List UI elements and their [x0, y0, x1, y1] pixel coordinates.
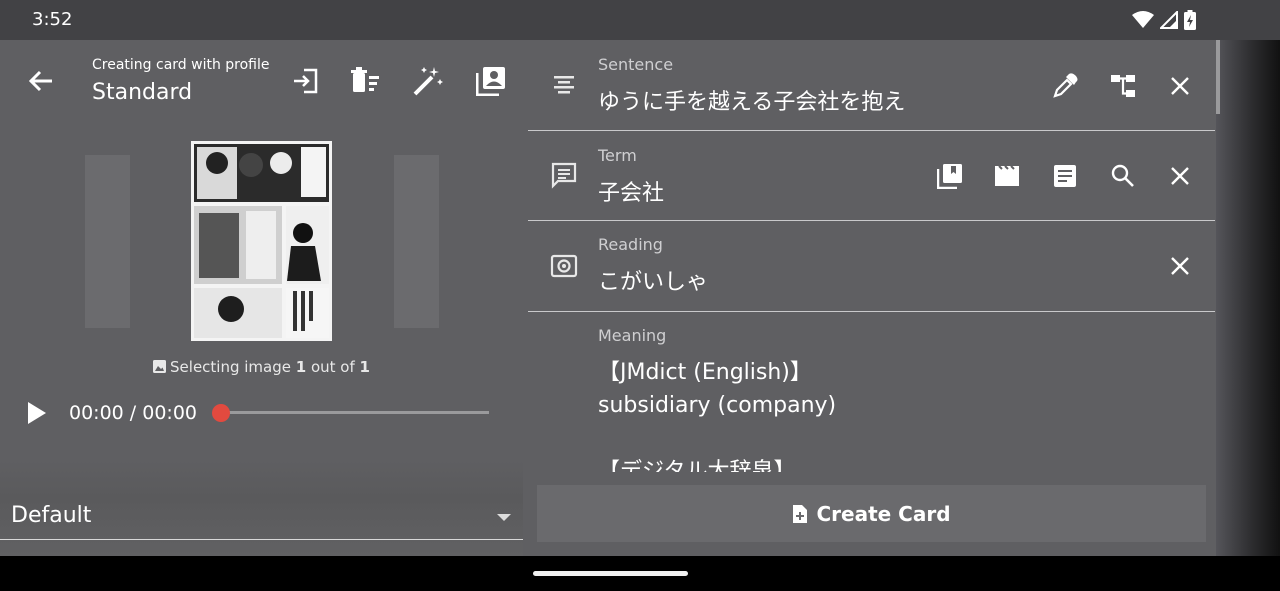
audio-seek-track[interactable]	[222, 411, 489, 414]
reading-label: Reading	[598, 235, 663, 254]
header-subtitle: Creating card with profile	[92, 57, 270, 73]
reading-field: Reading こがいしゃ	[528, 221, 1215, 312]
arrow-back-icon	[28, 70, 52, 92]
import-button[interactable]	[288, 64, 322, 98]
status-clock: 3:52	[32, 9, 73, 30]
sentence-field: Sentence ゆうに手を越える子会社を抱え	[528, 40, 1215, 131]
previous-image-slot[interactable]	[85, 155, 130, 328]
reading-value[interactable]: こがいしゃ	[598, 264, 708, 296]
card-browser-button[interactable]	[474, 64, 508, 98]
clear-fields-button[interactable]	[348, 64, 382, 98]
account-tree-icon	[1111, 75, 1135, 97]
audio-time: 00:00 / 00:00	[69, 402, 197, 424]
library-books-icon	[937, 164, 962, 189]
movie-icon	[995, 165, 1019, 186]
photo-library-icon	[476, 67, 505, 96]
image-selection-caption: Selecting image 1 out of 1	[0, 358, 523, 376]
term-notes-button[interactable]	[1050, 161, 1080, 191]
audio-seek-handle[interactable]	[212, 404, 230, 422]
gesture-handle[interactable]	[533, 571, 688, 576]
meaning-value[interactable]: 【JMdict (English)】 subsidiary (company) …	[598, 356, 836, 472]
speaker-icon	[550, 252, 578, 280]
back-button[interactable]	[26, 66, 56, 96]
term-value[interactable]: 子会社	[598, 175, 664, 207]
card-creator-screen: Creating card with profile Standard Sele…	[0, 40, 1280, 556]
profile-name: Standard	[92, 80, 193, 105]
term-field: Term 子会社	[528, 131, 1215, 221]
profile-dropdown-value: Default	[11, 503, 92, 528]
term-search-button[interactable]	[1108, 161, 1138, 191]
sentence-picker-button[interactable]	[1050, 71, 1080, 101]
sentence-segment-button[interactable]	[1108, 71, 1138, 101]
dropdown-arrow-icon	[497, 514, 511, 521]
signal-icon	[1160, 11, 1178, 29]
meaning-label: Meaning	[598, 326, 667, 345]
close-icon	[1171, 77, 1189, 95]
term-clear-button[interactable]	[1165, 161, 1195, 191]
format-align-center-icon	[550, 71, 578, 99]
scrollbar-thumb[interactable]	[1216, 40, 1220, 114]
term-dictionary-button[interactable]	[935, 161, 965, 191]
next-image-slot[interactable]	[394, 155, 439, 328]
meaning-field: Meaning 【JMdict (English)】 subsidiary (c…	[528, 312, 1215, 472]
create-card-button[interactable]: Create Card	[537, 485, 1206, 542]
sentence-label: Sentence	[598, 55, 674, 74]
wifi-icon	[1132, 11, 1154, 29]
auto-fill-button[interactable]	[411, 64, 445, 98]
battery-charging-icon	[1184, 10, 1196, 30]
term-label: Term	[598, 146, 637, 165]
create-card-label: Create Card	[816, 501, 951, 526]
sentence-value[interactable]: ゆうに手を越える子会社を抱え	[598, 84, 905, 116]
edge-shadow	[1216, 40, 1280, 556]
article-icon	[1054, 165, 1076, 187]
profile-dropdown[interactable]: Default	[0, 498, 523, 540]
image-icon	[153, 360, 167, 373]
status-icons	[1132, 10, 1196, 30]
play-audio-button[interactable]	[24, 400, 50, 426]
sentence-clear-button[interactable]	[1165, 71, 1195, 101]
reading-clear-button[interactable]	[1165, 251, 1195, 281]
status-bar: 3:52	[0, 0, 1280, 40]
play-icon	[28, 402, 46, 424]
delete-sweep-icon	[351, 67, 379, 92]
search-icon	[1111, 164, 1134, 187]
close-icon	[1171, 257, 1189, 275]
navigation-bar	[0, 556, 1280, 591]
selected-manga-image[interactable]	[191, 141, 332, 341]
notes-icon	[550, 161, 578, 189]
eyedropper-icon	[1053, 73, 1078, 98]
note-add-icon	[793, 504, 808, 523]
login-icon	[294, 68, 318, 94]
close-icon	[1171, 167, 1189, 185]
magic-wand-icon	[413, 67, 443, 96]
term-video-button[interactable]	[992, 161, 1022, 191]
